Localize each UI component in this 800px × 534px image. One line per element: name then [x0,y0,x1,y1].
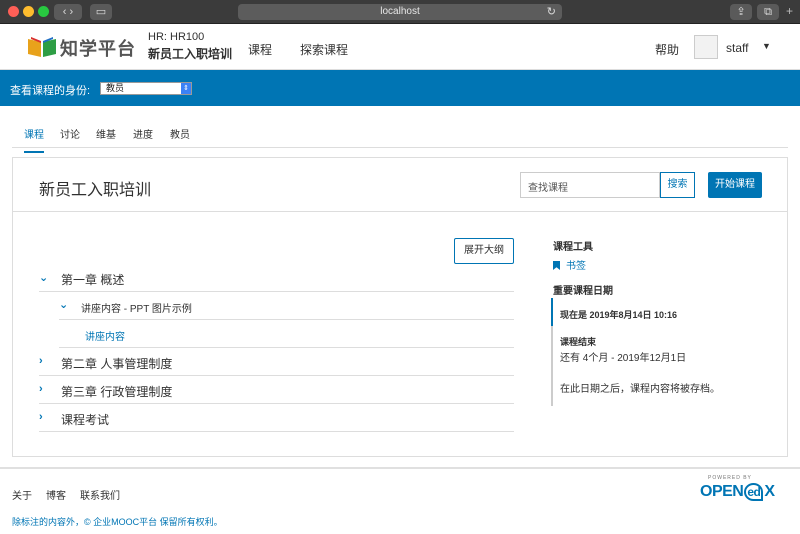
role-label: 查看课程的身份: [10,85,91,97]
site-header: 知学平台 HR: HR100 新员工入职培训 课程 探索课程 帮助 staff … [0,24,800,70]
chapter-row[interactable]: › 课程考试 [39,404,514,432]
nav-course[interactable]: 课程 [248,41,272,58]
unit-row[interactable]: 讲座内容 [59,320,514,348]
search-input[interactable]: 查找课程 [520,172,660,198]
course-name: 新员工入职培训 [148,47,233,61]
card-header: 新员工入职培训 查找课程 搜索 开始课程 [13,158,787,212]
today-date: 现在是 2019年8月14日 10:16 [560,310,678,320]
start-course-button[interactable]: 开始课程 [708,172,762,198]
sidebar-toggle-icon[interactable]: ▭ [90,4,112,20]
bookmark-link[interactable]: 书签 [553,257,586,272]
chapter-title[interactable]: 第一章 概述 [61,271,124,288]
role-bar: 查看课程的身份: 教员 ⇕ [0,70,800,106]
maximize-window-button[interactable] [38,6,49,17]
openedx-logo[interactable]: OPEN ed X [700,483,775,501]
expand-outline-button[interactable]: 展开大纲 [454,238,514,264]
dates-heading: 重要课程日期 [553,286,613,297]
chevron-down-icon[interactable]: ⌄ [59,298,68,311]
site-footer: 关于 博客 联系我们 除标注的内容外，© 企业MOOC平台 保留所有权利。 PO… [0,467,800,534]
chevron-down-icon[interactable]: ⌄ [39,271,48,284]
logo-x: X [764,483,775,500]
archive-note: 在此日期之后，课程内容将被存档。 [560,384,720,395]
chevron-down-icon[interactable]: ▼ [762,41,771,51]
section-row[interactable]: ⌄ 讲座内容 - PPT 图片示例 [59,292,514,320]
username[interactable]: staff [726,41,748,55]
unit-link[interactable]: 讲座内容 [85,328,125,343]
chapter-row[interactable]: › 第三章 行政管理制度 [39,376,514,404]
new-tab-icon[interactable]: + [786,4,793,18]
chapter-title[interactable]: 第三章 行政管理制度 [61,383,172,400]
page-title: 新员工入职培训 [39,182,152,199]
footer-link-contact[interactable]: 联系我们 [80,487,120,502]
help-link[interactable]: 帮助 [655,41,679,58]
minimize-window-button[interactable] [23,6,34,17]
tab-instructor[interactable]: 教员 [170,126,190,141]
site-logo[interactable]: 知学平台 [26,33,136,61]
browser-chrome: ‹ › ▭ localhost ↻ ⇪ ⧉ + [0,0,800,24]
nav-explore[interactable]: 探索课程 [300,41,348,58]
course-tabs: 课程 讨论 维基 进度 教员 [12,118,788,153]
avatar[interactable] [694,35,718,59]
course-tools-heading: 课程工具 [553,242,593,253]
course-card: 新员工入职培训 查找课程 搜索 开始课程 展开大纲 ⌄ 第一章 概述 ⌄ 讲座内… [12,157,788,457]
reload-icon[interactable]: ↻ [547,4,556,20]
course-code: HR: HR100 [148,31,205,43]
tab-wiki[interactable]: 维基 [96,126,116,141]
tab-course[interactable]: 课程 [24,126,44,153]
chapter-title[interactable]: 第二章 人事管理制度 [61,355,172,372]
bookmark-label: 书签 [566,261,586,272]
book-logo-icon [28,37,56,57]
bookmark-icon [553,261,560,270]
chapter-row[interactable]: ⌄ 第一章 概述 [39,264,514,292]
end-value: 还有 4个月 - 2019年12月1日 [560,353,687,364]
logo-text: 知学平台 [60,39,136,59]
role-selected: 教员 [106,83,125,93]
chapter-row[interactable]: › 第二章 人事管理制度 [39,348,514,376]
tab-progress[interactable]: 进度 [133,126,153,141]
tab-discussion[interactable]: 讨论 [60,126,80,141]
footer-link-blog[interactable]: 博客 [46,487,66,502]
search-placeholder: 查找课程 [528,183,568,194]
logo-ed: ed [744,483,764,501]
chevron-right-icon[interactable]: › [39,383,43,395]
today-marker [551,298,553,326]
end-label: 课程结束 [560,337,597,347]
select-arrows-icon: ⇕ [181,83,191,94]
back-forward-buttons[interactable]: ‹ › [54,4,82,20]
search-button[interactable]: 搜索 [660,172,695,198]
chapter-title[interactable]: 课程考试 [61,411,109,428]
chevron-right-icon[interactable]: › [39,355,43,367]
close-window-button[interactable] [8,6,19,17]
logo-open: OPEN [700,483,744,500]
copyright: 除标注的内容外，© 企业MOOC平台 保留所有权利。 [12,517,223,527]
footer-link-about[interactable]: 关于 [12,487,32,502]
share-icon[interactable]: ⇪ [730,4,752,20]
chevron-right-icon[interactable]: › [39,411,43,423]
role-select[interactable]: 教员 ⇕ [100,82,192,95]
tabs-overview-icon[interactable]: ⧉ [757,4,779,20]
address-bar[interactable]: localhost ↻ [238,4,562,20]
url-text: localhost [380,6,420,17]
section-title[interactable]: 讲座内容 - PPT 图片示例 [81,300,192,315]
powered-by-label: POWERED BY [708,475,752,481]
